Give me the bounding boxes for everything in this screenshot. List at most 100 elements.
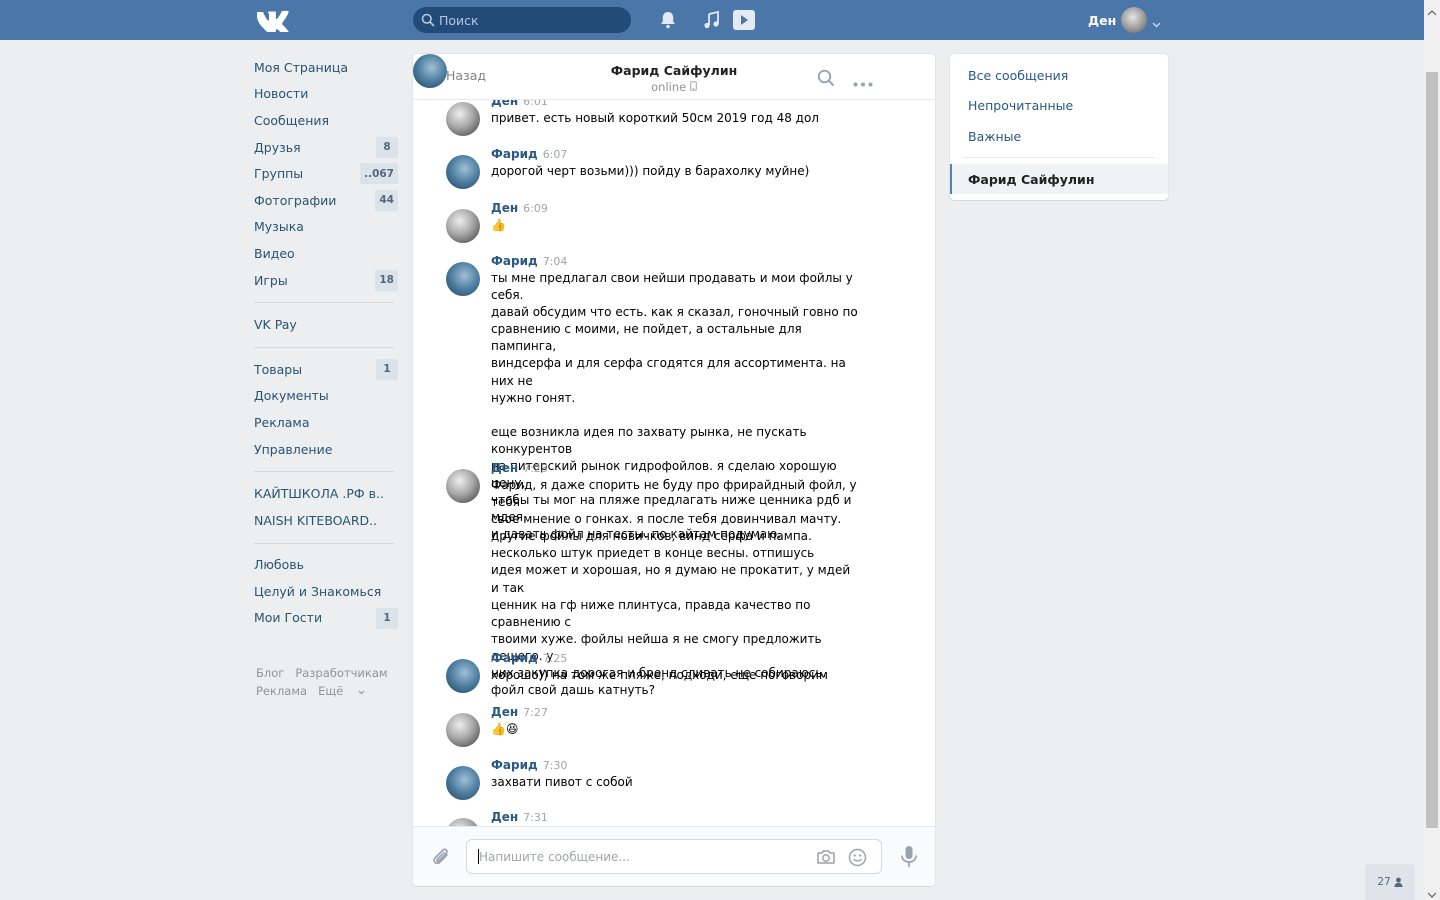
message-header: Ден 7:31	[491, 810, 548, 824]
menu-counter-badge: 1	[376, 607, 398, 629]
resize-grip-icon[interactable]	[669, 879, 679, 886]
message-author-avatar[interactable]	[446, 209, 480, 243]
chat-search-icon[interactable]	[817, 69, 835, 90]
menu-item-друзья[interactable]: Друзья 8	[254, 134, 755, 166]
menu-item-label: VK Pay	[254, 317, 297, 333]
search-placeholder: Поиск	[439, 13, 479, 28]
menu-item-игры[interactable]: Игры 18	[254, 267, 757, 297]
footer-ads-link[interactable]: Реклама	[256, 684, 307, 698]
menu-item-vk-pay[interactable]: VK Pay	[254, 311, 756, 343]
camera-icon[interactable]	[816, 848, 836, 869]
message-header: Ден 6:01	[491, 100, 548, 108]
conversations-filter-panel: Все сообщения Непрочитанные Важные Фарид…	[950, 54, 1168, 200]
message-time[interactable]: 7:30	[543, 759, 568, 772]
scrollbar-thumb[interactable]	[1426, 72, 1438, 828]
filter-important[interactable]: Важные	[968, 129, 1021, 144]
filter-all-messages[interactable]: Все сообщения	[968, 68, 1068, 83]
menu-item-реклама[interactable]: Реклама	[254, 409, 756, 441]
menu-item-документы[interactable]: Документы	[254, 383, 754, 415]
message-author-avatar[interactable]	[446, 713, 480, 747]
message-author-avatar[interactable]	[446, 155, 480, 189]
menu-item-целуй-и-знакомься[interactable]: Целуй и Знакомься	[254, 578, 756, 610]
menu-item-label: КАЙТШКОЛА .РФ в..	[254, 486, 384, 502]
selected-conversation[interactable]: Фарид Сайфулин	[950, 164, 1168, 194]
message-time[interactable]: 7:23	[523, 462, 548, 475]
search-icon	[421, 13, 435, 27]
online-friends-button[interactable]: 27	[1365, 864, 1415, 900]
filter-unread[interactable]: Непрочитанные	[968, 98, 1073, 113]
message-text: захвати пивот с собой	[491, 775, 633, 789]
menu-item-новости[interactable]: Новости	[254, 81, 755, 112]
microphone-icon[interactable]	[900, 845, 918, 872]
message-author-avatar[interactable]	[446, 818, 480, 826]
menu-item-товары[interactable]: Товары 1	[254, 356, 755, 388]
bell-icon[interactable]	[658, 10, 678, 30]
footer-developers-link[interactable]: Разработчикам	[295, 666, 387, 680]
message-header: Фарид 6:07	[491, 147, 567, 161]
vk-logo-icon[interactable]	[254, 8, 290, 35]
message-time[interactable]: 7:04	[543, 255, 568, 268]
message-header: Фарид 7:30	[491, 758, 567, 772]
message-time[interactable]: 6:01	[523, 100, 548, 108]
message-author-name[interactable]: Фарид	[491, 651, 538, 665]
header-avatar[interactable]	[1121, 7, 1147, 33]
message-author-avatar[interactable]	[446, 102, 480, 136]
menu-item-сообщения[interactable]: Сообщения	[254, 107, 756, 138]
message-author-avatar[interactable]	[446, 766, 480, 800]
left-footer: Блог Разработчикам Реклама Ещё	[256, 664, 406, 700]
menu-divider	[254, 302, 394, 304]
menu-item-музыка[interactable]: Музыка	[254, 214, 756, 246]
attach-icon[interactable]	[431, 847, 453, 872]
message-list[interactable]: Ден 6:01 привет. есть новый короткий 50см …	[413, 100, 935, 826]
message-author-avatar[interactable]	[446, 469, 480, 503]
menu-item-кайтшкола-рф-в[interactable]: КАЙТШКОЛА .РФ в..	[254, 480, 757, 511]
message-author-name[interactable]: Ден	[491, 461, 518, 475]
menu-item-любовь[interactable]: Любовь	[254, 552, 756, 583]
menu-item-управление[interactable]: Управление	[254, 436, 757, 466]
message-author-name[interactable]: Фарид	[491, 758, 538, 772]
emoji-icon[interactable]	[848, 848, 867, 870]
message-author-avatar[interactable]	[446, 262, 480, 296]
footer-more-link[interactable]: Ещё	[318, 684, 365, 698]
search-input[interactable]: Поиск	[413, 7, 631, 33]
play-icon[interactable]	[733, 10, 755, 30]
scroll-up-icon[interactable]	[1427, 4, 1437, 19]
user-icon	[1394, 877, 1403, 887]
message-time[interactable]: 6:07	[543, 148, 568, 161]
message-author-avatar[interactable]	[446, 659, 480, 693]
menu-item-label: Сообщения	[254, 112, 330, 128]
message-author-name[interactable]: Фарид	[491, 254, 538, 268]
message-time[interactable]: 7:25	[543, 652, 568, 665]
message-time[interactable]: 7:31	[523, 811, 548, 824]
top-bar: Поиск Ден	[0, 0, 1424, 40]
menu-item-группы[interactable]: Группы ..067	[254, 160, 757, 191]
chevron-down-icon[interactable]	[1152, 16, 1161, 31]
menu-item-видео[interactable]: Видео	[254, 240, 755, 272]
menu-item-мои-гости[interactable]: Мои Гости 1	[254, 605, 756, 637]
chat-header: Назад Фарид Сайфулин online	[413, 54, 935, 100]
message-text: хорошо)) на том же пляже, подходи, еще п…	[491, 668, 828, 682]
menu-divider	[254, 471, 394, 473]
menu-item-моя-страница[interactable]: Моя Страница	[254, 54, 756, 85]
message-time[interactable]: 7:27	[523, 706, 548, 719]
message-author-name[interactable]: Ден	[491, 201, 518, 215]
scroll-down-icon[interactable]	[1427, 886, 1437, 900]
page-scrollbar[interactable]	[1424, 0, 1440, 900]
footer-blog-link[interactable]: Блог	[256, 666, 284, 680]
message-author-name[interactable]: Ден	[491, 705, 518, 719]
more-icon[interactable]	[853, 75, 873, 90]
message-input[interactable]: Напишите сообщение...	[466, 839, 882, 874]
menu-item-label: Целуй и Знакомься	[254, 583, 382, 599]
chat-status-text: online	[651, 80, 687, 94]
message-author-name[interactable]: Фарид	[491, 147, 538, 161]
menu-item-фотографии[interactable]: Фотографии 44	[254, 187, 756, 218]
message-time[interactable]: 6:09	[523, 202, 548, 215]
message-author-name[interactable]: Ден	[491, 810, 518, 824]
chat-partner-avatar[interactable]	[413, 54, 447, 88]
menu-divider	[254, 542, 394, 544]
message-text: дорогой черт возьми))) пойду в барахолку…	[491, 164, 810, 178]
menu-item-naish-kiteboard[interactable]: NAISH KITEBOARD..	[254, 507, 757, 538]
message-author-name[interactable]: Ден	[491, 100, 518, 108]
header-user-name[interactable]: Ден	[1088, 13, 1116, 28]
music-icon[interactable]	[702, 10, 722, 30]
